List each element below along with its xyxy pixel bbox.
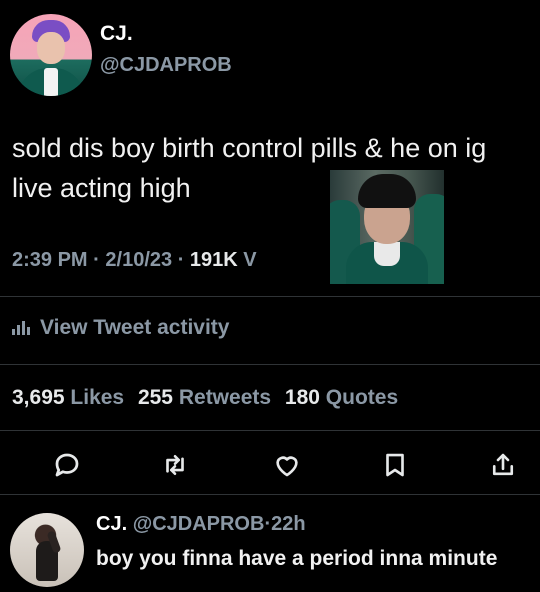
meta-separator: · <box>177 249 185 271</box>
analytics-icon <box>12 321 30 335</box>
divider <box>0 430 540 431</box>
view-tweet-activity-link[interactable]: View Tweet activity <box>12 316 229 340</box>
likes-count[interactable]: 3,695 <box>12 386 65 409</box>
tweet-image[interactable] <box>330 170 444 284</box>
reply-author-avatar[interactable] <box>10 513 84 587</box>
view-tweet-activity-label: View Tweet activity <box>40 316 230 339</box>
reply-display-name[interactable]: CJ. <box>96 513 127 535</box>
bookmark-icon[interactable] <box>380 450 410 480</box>
retweet-icon[interactable] <box>160 450 190 480</box>
reply-text: boy you finna have a period inna minute <box>96 547 498 570</box>
meta-separator: · <box>93 249 100 271</box>
retweets-label[interactable]: Retweets <box>179 386 271 409</box>
author-avatar[interactable] <box>10 14 92 96</box>
retweets-count[interactable]: 255 <box>138 386 173 409</box>
tweet-date[interactable]: 2/10/23 <box>105 249 172 271</box>
divider <box>0 364 540 365</box>
tweet-stats: 3,695 Likes 255 Retweets 180 Quotes <box>12 386 406 410</box>
tweet-text: sold dis boy birth control pills & he on… <box>12 133 487 203</box>
likes-label[interactable]: Likes <box>70 386 124 409</box>
tweet-views-count: 191K <box>189 249 238 271</box>
reply-time[interactable]: 22h <box>271 513 305 535</box>
author-handle[interactable]: @CJDAPROB <box>100 54 232 77</box>
reply-header: CJ. @CJDAPROB·22h <box>96 513 306 536</box>
tweet-meta: 2:39 PM · 2/10/23 · 191K V <box>12 249 257 272</box>
author-display-name[interactable]: CJ. <box>100 22 133 46</box>
tweet-action-bar <box>0 446 540 482</box>
reply-icon[interactable] <box>52 450 82 480</box>
divider <box>0 494 540 495</box>
reply-handle[interactable]: @CJDAPROB <box>133 513 265 535</box>
divider <box>0 296 540 297</box>
like-icon[interactable] <box>272 450 302 480</box>
tweet-views-label: V <box>243 249 257 271</box>
share-icon[interactable] <box>488 450 518 480</box>
quotes-label[interactable]: Quotes <box>326 386 398 409</box>
tweet-time: 2:39 PM <box>12 249 88 271</box>
quotes-count[interactable]: 180 <box>285 386 320 409</box>
